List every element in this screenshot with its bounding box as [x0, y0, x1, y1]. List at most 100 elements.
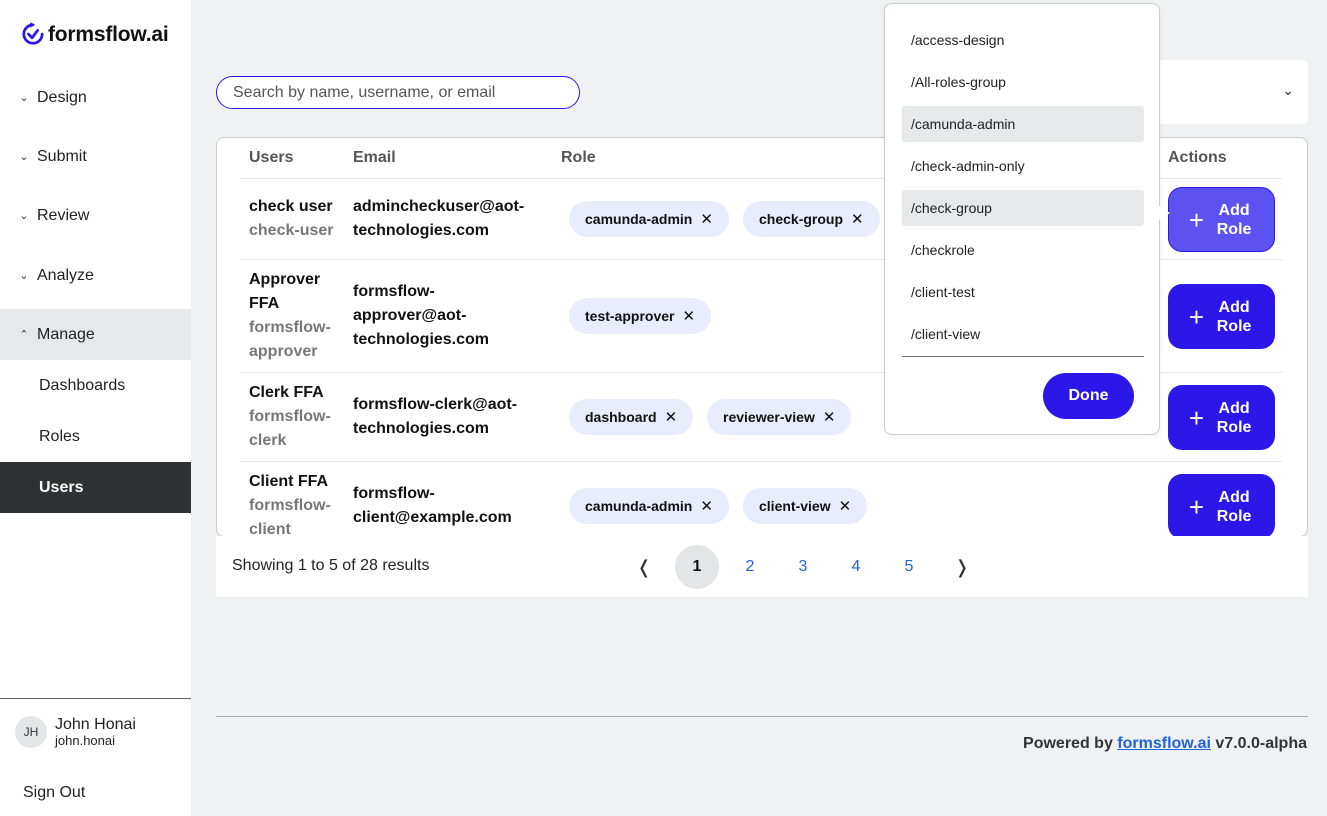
user-email: formsflow- approver@aot- technologies.co… [353, 280, 489, 352]
nav-manage[interactable]: ⌃ Manage [0, 309, 191, 360]
user-profile[interactable]: JH John Honai john.honai [15, 716, 136, 748]
table-row-user: Approver FFA formsflow- approver [249, 268, 331, 364]
role-chip: camunda-admin ✕ [569, 488, 729, 524]
column-header-users[interactable]: Users [249, 149, 293, 167]
done-button[interactable]: Done [1043, 373, 1134, 419]
user-name: John Honai [55, 716, 136, 733]
user-login: formsflow- [249, 319, 331, 336]
next-page-button[interactable]: ❭ [940, 545, 984, 589]
chevron-down-icon: ⌄ [1282, 82, 1294, 98]
chevron-down-icon: ⌄ [19, 151, 29, 163]
role-option[interactable]: /All-roles-group [902, 64, 1144, 100]
nav-analyze-label: Analyze [37, 266, 94, 284]
email-line: client@example.com [353, 509, 512, 526]
role-option[interactable]: /checkrole [902, 232, 1144, 268]
search-input[interactable] [216, 76, 580, 109]
role-chip-label: reviewer-view [723, 409, 815, 425]
logo[interactable]: formsflow.ai [22, 22, 169, 48]
page-button-4[interactable]: 4 [834, 545, 878, 589]
role-dropdown: /access-design /All-roles-group /camunda… [884, 3, 1160, 435]
column-header-email[interactable]: Email [353, 149, 396, 167]
user-display-name: Approver [249, 271, 321, 288]
email-line: admincheckuser@aot- [353, 198, 525, 215]
close-icon[interactable]: ✕ [682, 307, 695, 325]
prev-page-button[interactable]: ❬ [622, 545, 666, 589]
refresh-check-icon [22, 22, 44, 45]
role-chip: test-approver ✕ [569, 298, 712, 334]
nav-design[interactable]: ⌄ Design [0, 72, 191, 123]
close-icon[interactable]: ✕ [700, 497, 713, 515]
role-chip-label: test-approver [585, 308, 675, 324]
sidebar-item-label: Roles [39, 427, 80, 445]
sidebar-item-roles[interactable]: Roles [0, 411, 191, 462]
email-line: technologies.com [353, 222, 490, 239]
footer-divider [216, 716, 1308, 717]
plus-icon: + [1188, 402, 1205, 433]
sign-out-link[interactable]: Sign Out [23, 784, 85, 802]
formsflow-link[interactable]: formsflow.ai [1117, 735, 1211, 752]
role-chip: check-group ✕ [743, 201, 880, 237]
role-option[interactable]: /client-test [902, 274, 1144, 310]
user-login: formsflow- [249, 497, 331, 514]
role-option[interactable]: /access-design [902, 22, 1144, 58]
add-role-label: Add Role [1216, 201, 1252, 238]
chevron-down-icon: ⌄ [19, 92, 29, 104]
user-handle: john.honai [55, 733, 115, 748]
row-divider [240, 461, 1283, 462]
add-role-button[interactable]: + Add Role [1168, 385, 1275, 450]
user-email: formsflow- client@example.com [353, 482, 512, 530]
sidebar-item-users[interactable]: Users [0, 462, 191, 513]
plus-icon: + [1188, 204, 1205, 235]
user-login: approver [249, 343, 318, 360]
add-role-label: Add Role [1216, 298, 1252, 335]
nav-review-label: Review [37, 206, 90, 224]
plus-icon: + [1188, 491, 1205, 522]
add-role-label: Add Role [1216, 488, 1252, 525]
user-login: clerk [249, 432, 287, 449]
nav-submit-label: Submit [37, 147, 87, 165]
page-button-5[interactable]: 5 [887, 545, 931, 589]
role-chip-label: dashboard [585, 409, 657, 425]
dropdown-divider [902, 356, 1144, 357]
close-icon[interactable]: ✕ [700, 210, 713, 228]
role-option[interactable]: /check-admin-only [902, 148, 1144, 184]
page-button-2[interactable]: 2 [728, 545, 772, 589]
role-option[interactable]: /check-group [902, 190, 1144, 226]
nav-review[interactable]: ⌄ Review [0, 190, 191, 241]
chevron-down-icon: ⌄ [19, 270, 29, 282]
role-chip-label: camunda-admin [585, 211, 693, 227]
column-header-role[interactable]: Role [561, 149, 596, 167]
sidebar-item-dashboards[interactable]: Dashboards [0, 360, 191, 411]
role-chip-label: check-group [759, 211, 844, 227]
email-line: technologies.com [353, 420, 490, 437]
user-display-name: Client FFA [249, 473, 329, 490]
filter-select[interactable]: ⌄ [1150, 60, 1308, 124]
nav-analyze[interactable]: ⌄ Analyze [0, 250, 191, 301]
page-button-1[interactable]: 1 [675, 545, 719, 589]
role-chip: client-view ✕ [743, 488, 868, 524]
chevron-down-icon: ⌄ [19, 210, 29, 222]
close-icon[interactable]: ✕ [823, 408, 836, 426]
add-role-button[interactable]: + Add Role [1168, 284, 1275, 349]
role-chip: reviewer-view ✕ [707, 399, 852, 435]
close-icon[interactable]: ✕ [839, 497, 852, 515]
user-display-name: check user [249, 198, 333, 215]
plus-icon: + [1188, 301, 1205, 332]
table-row-user: Client FFA formsflow- client [249, 470, 331, 536]
email-line: formsflow-clerk@aot- [353, 396, 518, 413]
role-option[interactable]: /camunda-admin [902, 106, 1144, 142]
avatar: JH [15, 716, 47, 748]
role-option[interactable]: /client-view [902, 316, 1144, 352]
close-icon[interactable]: ✕ [665, 408, 678, 426]
user-display-name: FFA [249, 295, 280, 312]
powered-by: Powered by formsflow.ai v7.0.0-alpha [1023, 735, 1307, 753]
add-role-button[interactable]: + Add Role [1168, 187, 1275, 252]
add-role-button[interactable]: + Add Role [1168, 474, 1275, 539]
user-display-name: Clerk FFA [249, 384, 324, 401]
page-button-3[interactable]: 3 [781, 545, 825, 589]
add-role-label: Add Role [1216, 399, 1252, 436]
nav-submit[interactable]: ⌄ Submit [0, 131, 191, 182]
close-icon[interactable]: ✕ [851, 210, 864, 228]
results-summary: Showing 1 to 5 of 28 results [232, 557, 430, 574]
email-line: technologies.com [353, 331, 490, 348]
